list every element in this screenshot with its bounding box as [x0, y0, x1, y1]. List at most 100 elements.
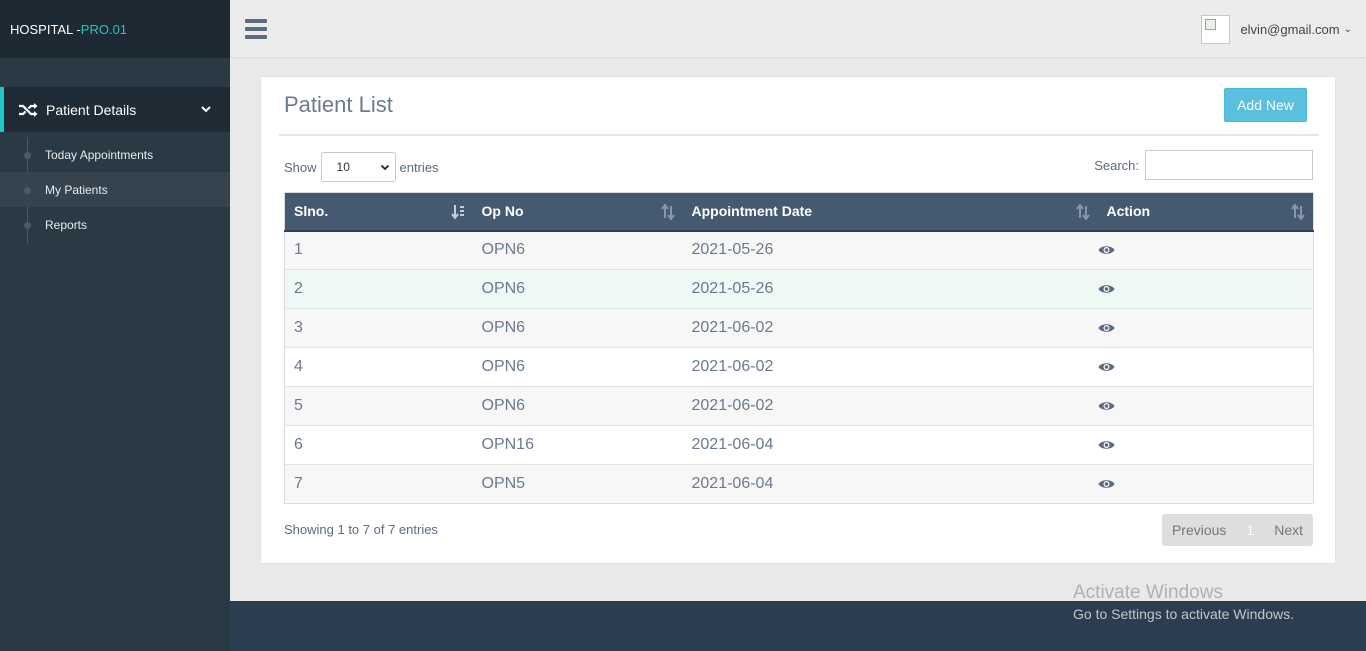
cell-appointment-date: 2021-06-04: [682, 425, 1098, 465]
table-row: 3 OPN6 2021-06-02: [284, 308, 1314, 348]
table-row: 5 OPN6 2021-06-02: [284, 386, 1314, 426]
cell-action: [1097, 308, 1314, 348]
view-eye-icon[interactable]: [1098, 283, 1115, 295]
sidebar-item-label: Reports: [45, 217, 88, 232]
entries-label: entries: [399, 159, 439, 175]
search-input[interactable]: [1145, 150, 1313, 180]
cell-slno: 1: [284, 230, 473, 270]
bullet-icon: [24, 152, 31, 159]
cell-slno: 5: [284, 386, 473, 426]
column-label: Action: [1106, 203, 1151, 220]
column-header-action[interactable]: Action: [1097, 192, 1314, 232]
add-new-button[interactable]: Add New: [1224, 88, 1307, 122]
cell-slno: 6: [284, 425, 473, 465]
cell-op-no: OPN6: [472, 269, 683, 309]
table-row: 6 OPN16 2021-06-04: [284, 425, 1314, 465]
cell-action: [1097, 425, 1314, 465]
avatar[interactable]: [1201, 15, 1231, 44]
cell-op-no: OPN6: [472, 386, 683, 426]
cell-slno: 2: [284, 269, 473, 309]
top-bar: elvin@gmail.com ⌄: [230, 0, 1366, 58]
sidebar-item-my-patients[interactable]: My Patients: [0, 172, 230, 207]
column-header-op-no[interactable]: Op No: [472, 192, 683, 232]
patient-table: Slno. Op No Appointment Date Action 1 OP…: [284, 192, 1314, 504]
cell-action: [1097, 347, 1314, 387]
column-label: Appointment Date: [691, 203, 813, 220]
sidebar-item-label: Today Appointments: [45, 147, 154, 162]
brand-name: HOSPITAL -: [10, 21, 81, 37]
cell-op-no: OPN6: [472, 230, 683, 270]
sort-icon: [1075, 204, 1090, 220]
brand-logo[interactable]: HOSPITAL - PRO.01: [0, 0, 230, 58]
cell-action: [1097, 269, 1314, 309]
watermark-title: Activate Windows: [1073, 582, 1223, 603]
cell-appointment-date: 2021-06-02: [682, 308, 1098, 348]
page-size-value: 10: [336, 160, 350, 174]
pagination: Previous 1 Next: [1161, 514, 1313, 546]
brand-suffix: PRO.01: [80, 21, 128, 37]
user-menu[interactable]: elvin@gmail.com ⌄: [1201, 15, 1352, 44]
divider: [279, 134, 1319, 136]
column-label: Op No: [481, 203, 524, 220]
table-row: 2 OPN6 2021-05-26: [284, 269, 1314, 309]
bullet-icon: [24, 187, 31, 194]
cell-op-no: OPN16: [472, 425, 683, 465]
chevron-down-icon: [380, 164, 389, 171]
sidebar-section-patient-details[interactable]: Patient Details: [0, 87, 230, 132]
cell-appointment-date: 2021-05-26: [682, 230, 1098, 270]
user-email: elvin@gmail.com: [1240, 22, 1340, 37]
page-1-button[interactable]: 1: [1236, 514, 1264, 546]
cell-slno: 3: [284, 308, 473, 348]
table-row: 4 OPN6 2021-06-02: [284, 347, 1314, 387]
sidebar-item-today-appointments[interactable]: Today Appointments: [0, 137, 230, 172]
view-eye-icon[interactable]: [1098, 361, 1115, 373]
page-title: Patient List: [284, 92, 393, 117]
column-header-slno[interactable]: Slno.: [284, 192, 473, 232]
view-eye-icon[interactable]: [1098, 322, 1115, 334]
cell-op-no: OPN6: [472, 347, 683, 387]
patient-list-panel: Patient List Add New Show 10 entries Sea…: [260, 76, 1336, 564]
column-label: Slno.: [294, 203, 329, 220]
bullet-icon: [24, 222, 31, 229]
table-header-row: Slno. Op No Appointment Date Action: [284, 192, 1314, 232]
table-row: 1 OPN6 2021-05-26: [284, 230, 1314, 270]
sort-icon: [1291, 204, 1305, 220]
cell-action: [1097, 230, 1314, 270]
cell-action: [1097, 464, 1314, 504]
watermark-subtitle: Go to Settings to activate Windows.: [1073, 606, 1294, 622]
column-header-appointment-date[interactable]: Appointment Date: [682, 192, 1098, 232]
cell-op-no: OPN6: [472, 308, 683, 348]
view-eye-icon[interactable]: [1098, 244, 1115, 256]
page-size-control: Show 10 entries: [284, 152, 439, 182]
sort-desc-icon: [450, 205, 464, 220]
cell-slno: 4: [284, 347, 473, 387]
sidebar-submenu: Today Appointments My Patients Reports: [0, 137, 230, 243]
sidebar-section-label: Patient Details: [46, 101, 137, 118]
search-control: Search:: [1094, 150, 1313, 180]
hamburger-menu-icon[interactable]: [245, 19, 267, 39]
previous-button[interactable]: Previous: [1162, 514, 1236, 546]
sidebar: HOSPITAL - PRO.01 Patient Details Today …: [0, 0, 230, 651]
shuffle-icon: [19, 102, 38, 117]
view-eye-icon[interactable]: [1098, 400, 1115, 412]
cell-slno: 7: [284, 464, 473, 504]
page-size-select[interactable]: 10: [320, 152, 396, 182]
sidebar-item-label: My Patients: [45, 182, 108, 197]
cell-appointment-date: 2021-06-02: [682, 386, 1098, 426]
cell-appointment-date: 2021-06-02: [682, 347, 1098, 387]
table-row: 7 OPN5 2021-06-04: [284, 464, 1314, 504]
cell-appointment-date: 2021-05-26: [682, 269, 1098, 309]
search-label: Search:: [1094, 157, 1139, 173]
next-button[interactable]: Next: [1264, 514, 1313, 546]
cell-appointment-date: 2021-06-04: [682, 464, 1098, 504]
chevron-down-icon: ⌄: [1343, 24, 1352, 35]
cell-action: [1097, 386, 1314, 426]
sidebar-item-reports[interactable]: Reports: [0, 207, 230, 242]
view-eye-icon[interactable]: [1098, 439, 1115, 451]
show-label: Show: [284, 159, 317, 175]
chevron-down-icon: [201, 106, 211, 113]
table-info: Showing 1 to 7 of 7 entries: [284, 522, 438, 537]
sort-icon: [660, 204, 675, 220]
view-eye-icon[interactable]: [1098, 478, 1115, 490]
cell-op-no: OPN5: [472, 464, 683, 504]
